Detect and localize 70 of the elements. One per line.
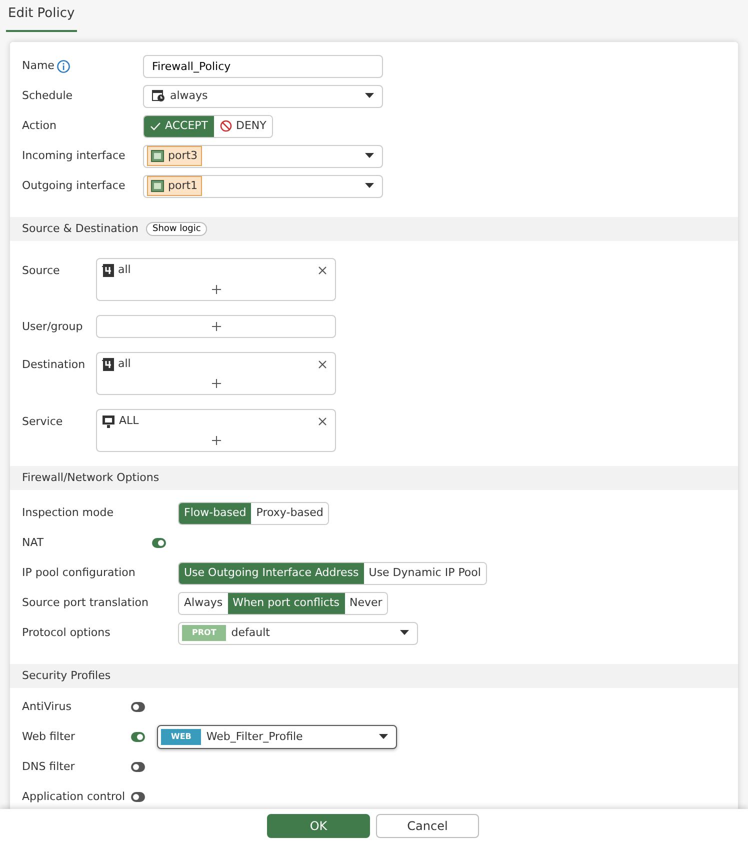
select-value: Web_Filter_Profile (206, 728, 303, 745)
port-icon (151, 180, 164, 192)
entry-label: all (118, 262, 131, 278)
caret-icon (365, 183, 374, 189)
show-logic-button[interactable]: Show logic (146, 222, 207, 236)
select-value: always (170, 88, 208, 104)
field-label: IP pool configuration (22, 564, 136, 581)
segment-option[interactable]: When port conflicts (228, 592, 345, 614)
select-field[interactable]: PROT default (178, 622, 418, 644)
caret-icon (365, 153, 374, 159)
profile-badge: WEB (161, 729, 202, 745)
caret-icon (365, 93, 374, 99)
caret-icon (400, 630, 409, 636)
toggle-switch[interactable] (131, 762, 145, 772)
select-value: default (231, 624, 270, 641)
entry-label: all (118, 356, 131, 372)
field-label: AntiVirus (22, 698, 72, 715)
page-title: Edit Policy (6, 4, 77, 32)
cancel-button[interactable]: Cancel (376, 814, 479, 838)
add-icon (212, 322, 220, 331)
field-label: Source port translation (22, 594, 150, 611)
monitor-icon (102, 414, 115, 428)
close-icon (318, 416, 327, 426)
field-label: Application control (22, 788, 126, 805)
field-label: User/group (22, 319, 84, 335)
segment-option[interactable]: Flow-based (179, 502, 252, 524)
toggle-switch[interactable] (131, 702, 145, 712)
close-icon (318, 360, 327, 368)
field-label: Action (22, 118, 58, 134)
port-icon (151, 150, 164, 162)
field-label: NAT (22, 534, 45, 551)
toggle-switch[interactable] (131, 792, 145, 802)
select-field[interactable]: WEB Web_Filter_Profile (157, 725, 397, 749)
close-icon (318, 266, 327, 274)
select-field[interactable]: port3 (143, 144, 383, 168)
field-label: Web filter (22, 728, 76, 745)
section-title: Source & Destination (22, 220, 138, 237)
segment-option[interactable]: Use Outgoing Interface Address (179, 562, 364, 584)
field-label: DNS filter (22, 758, 76, 775)
text-input[interactable]: Firewall_Policy (143, 54, 383, 78)
caret-icon (379, 734, 388, 740)
add-icon (212, 285, 220, 294)
tag-label: port1 (168, 178, 198, 194)
tag-label: port3 (168, 148, 198, 164)
address-icon (102, 358, 114, 370)
calendar-clock-icon (152, 90, 165, 102)
toggle-switch[interactable] (152, 538, 166, 548)
check-icon (150, 122, 161, 130)
profile-badge: PROT (182, 625, 226, 641)
field-label: Protocol options (22, 624, 112, 641)
toggle-switch[interactable] (131, 732, 145, 742)
field-label: Inspection mode (22, 504, 115, 521)
section-title: Firewall/Network Options (22, 470, 160, 486)
address-icon (102, 264, 114, 276)
section-title: Security Profiles (22, 668, 111, 684)
select-field[interactable]: always (143, 84, 383, 108)
segment-option[interactable]: ACCEPT (144, 116, 214, 136)
add-icon (212, 436, 220, 445)
field-label: Name (22, 58, 54, 74)
field-label: Schedule (22, 88, 74, 104)
select-field[interactable]: port1 (143, 174, 383, 198)
block-icon (220, 120, 232, 132)
field-label: Service (22, 414, 64, 430)
field-label: Outgoing interface (22, 178, 126, 194)
add-icon (212, 379, 220, 388)
entry-label: ALL (119, 412, 139, 429)
ok-button[interactable]: OK (267, 814, 370, 838)
field-label: Incoming interface (22, 148, 126, 164)
field-label: Destination (22, 357, 86, 373)
field-label: Source (22, 263, 61, 279)
